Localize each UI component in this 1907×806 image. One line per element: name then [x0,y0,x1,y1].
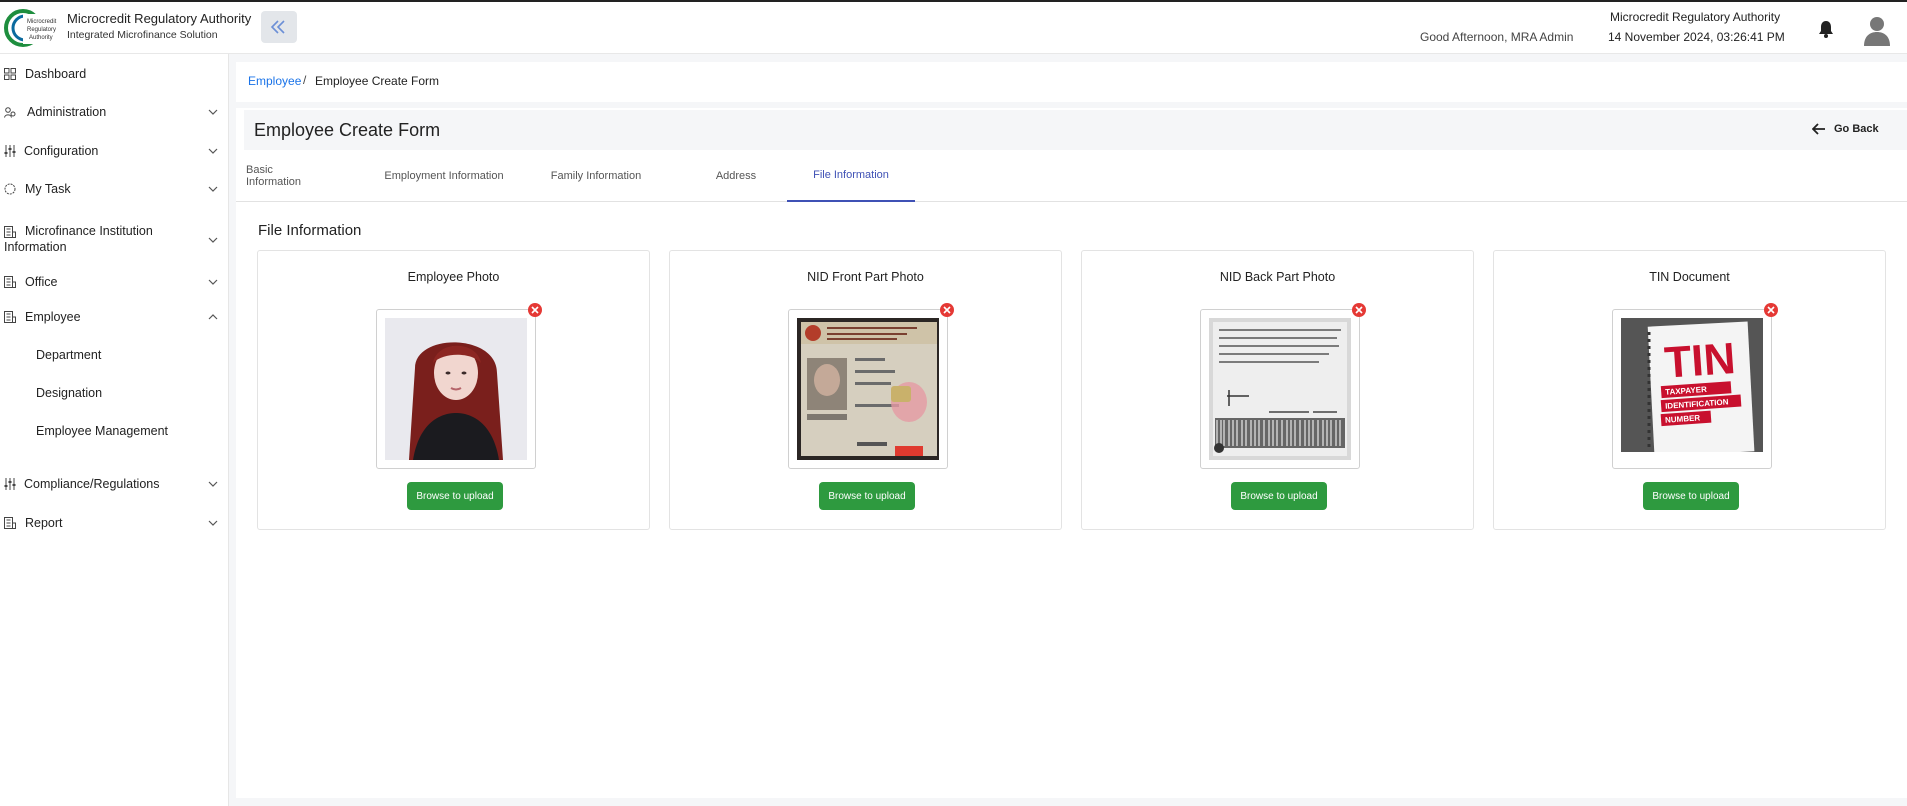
org-subtitle: Integrated Microfinance Solution [67,29,218,41]
sidebar-item-label: Employee [25,310,81,324]
browse-upload-button[interactable]: Browse to upload [1231,482,1327,510]
sidebar-item-label: Configuration [24,144,99,158]
sidebar-item-compliance-regulations[interactable]: Compliance/Regulations [0,472,229,496]
remove-file-icon[interactable] [940,303,954,317]
breadcrumb-current: Employee Create Form [315,74,440,88]
card-header: Employee Create Form Go Back [244,110,1907,150]
header-org-name: Microcredit Regulatory Authority [1610,10,1781,24]
file-card-nid-back: NID Back Part Photo Browse to upload [1081,250,1474,530]
tab-family-information[interactable]: Family Information [542,150,650,202]
chevron-down-icon [208,237,218,243]
page-title: Employee Create Form [254,120,441,140]
sidebar: Dashboard Administration Configuration M… [0,54,229,806]
svg-text:Microcredit: Microcredit [27,19,57,25]
tab-employment-information[interactable]: Employment Information [380,150,508,202]
app-header: Microcredit Regulatory Authority Microcr… [0,2,1907,54]
building-icon [4,311,16,323]
circle-icon [4,183,16,195]
sidebar-item-label: Dashboard [25,67,87,81]
sidebar-item-label: Microfinance Institution [25,224,153,238]
breadcrumb-link-employee[interactable]: Employee [248,74,301,88]
org-name: Microcredit Regulatory Authority [67,11,252,26]
sidebar-item-my-task[interactable]: My Task [0,177,229,201]
sidebar-subitem-department[interactable]: Department [36,348,101,362]
sidebar-item-dashboard[interactable]: Dashboard [0,62,229,86]
go-back-label: Go Back [1834,123,1879,135]
sidebar-item-label-line2: Information [4,240,67,254]
remove-file-icon[interactable] [1352,303,1366,317]
sidebar-item-label: Report [25,516,63,530]
file-card-tin-document: TIN Document TIN TAXPAYER IDENTIFICATION… [1493,250,1886,530]
nid-back-thumbnail [1200,309,1360,469]
chevron-down-icon [208,148,218,154]
sidebar-subitem-designation[interactable]: Designation [36,386,102,400]
tab-address[interactable]: Address [700,150,772,202]
file-card-nid-front: NID Front Part Photo Browse to upload [669,250,1062,530]
header-datetime: 14 November 2024, 03:26:41 PM [1608,30,1785,44]
nid-front-thumbnail [788,309,948,469]
svg-text:Authority: Authority [29,35,53,41]
mra-logo: Microcredit Regulatory Authority [3,6,59,50]
file-card-title: Employee Photo [407,270,500,284]
chevron-down-icon [208,186,218,192]
sidebar-item-label: Office [25,275,58,289]
tab-file-information[interactable]: File Information [787,150,915,202]
sidebar-item-label: Compliance/Regulations [24,477,160,491]
sidebar-item-configuration[interactable]: Configuration [0,139,229,163]
sliders-icon [4,145,16,157]
sidebar-item-report[interactable]: Report [0,511,229,535]
sidebar-item-label: My Task [25,182,71,196]
section-title: File Information [258,222,362,239]
tab-basic-information[interactable]: Basic Information [246,150,326,202]
sidebar-item-employee[interactable]: Employee [0,305,229,329]
remove-file-icon[interactable] [1764,303,1778,317]
sidebar-item-microfinance-institution[interactable]: Microfinance Institution Information [0,222,229,258]
building-icon [4,276,16,288]
people-icon [4,107,16,118]
employee-photo-thumbnail [376,309,536,469]
chevron-down-icon [208,279,218,285]
browse-upload-button[interactable]: Browse to upload [1643,482,1739,510]
form-tabs: Basic Information Employment Information… [236,150,1907,202]
breadcrumb-separator: / [303,73,307,87]
file-card-title: NID Front Part Photo [807,270,924,284]
double-chevron-left-icon [270,20,285,34]
chevron-down-icon [208,109,218,115]
file-card-employee-photo: Employee Photo Browse to upload [257,250,650,530]
building-icon [4,226,16,238]
sidebar-item-office[interactable]: Office [0,270,229,294]
sidebar-item-label: Administration [27,105,107,119]
go-back-button[interactable]: Go Back [1812,123,1879,135]
svg-text:TIN: TIN [1663,334,1737,388]
collapse-sidebar-button[interactable] [261,11,297,43]
arrow-left-icon [1812,123,1825,135]
file-card-title: NID Back Part Photo [1219,270,1336,284]
chevron-down-icon [208,520,218,526]
sliders-icon [4,478,16,490]
browse-upload-button[interactable]: Browse to upload [407,482,503,510]
building-icon [4,517,16,529]
browse-upload-button[interactable]: Browse to upload [819,482,915,510]
sidebar-item-administration[interactable]: Administration [0,100,229,124]
breadcrumb: Employee / Employee Create Form [236,62,1907,102]
user-avatar-icon[interactable] [1862,14,1892,46]
svg-text:Regulatory: Regulatory [27,27,56,33]
tin-document-thumbnail: TIN TAXPAYER IDENTIFICATION NUMBER [1612,309,1772,469]
chevron-up-icon [208,314,218,320]
sidebar-subitem-employee-management[interactable]: Employee Management [36,424,168,438]
main-card: Employee Create Form Go Back Basic Infor… [236,108,1907,798]
remove-file-icon[interactable] [528,303,542,317]
chevron-down-icon [208,481,218,487]
greeting-text: Good Afternoon, MRA Admin [1420,30,1574,44]
bell-icon[interactable] [1818,20,1834,43]
grid-icon [4,68,16,80]
file-card-title: TIN Document [1649,270,1730,284]
